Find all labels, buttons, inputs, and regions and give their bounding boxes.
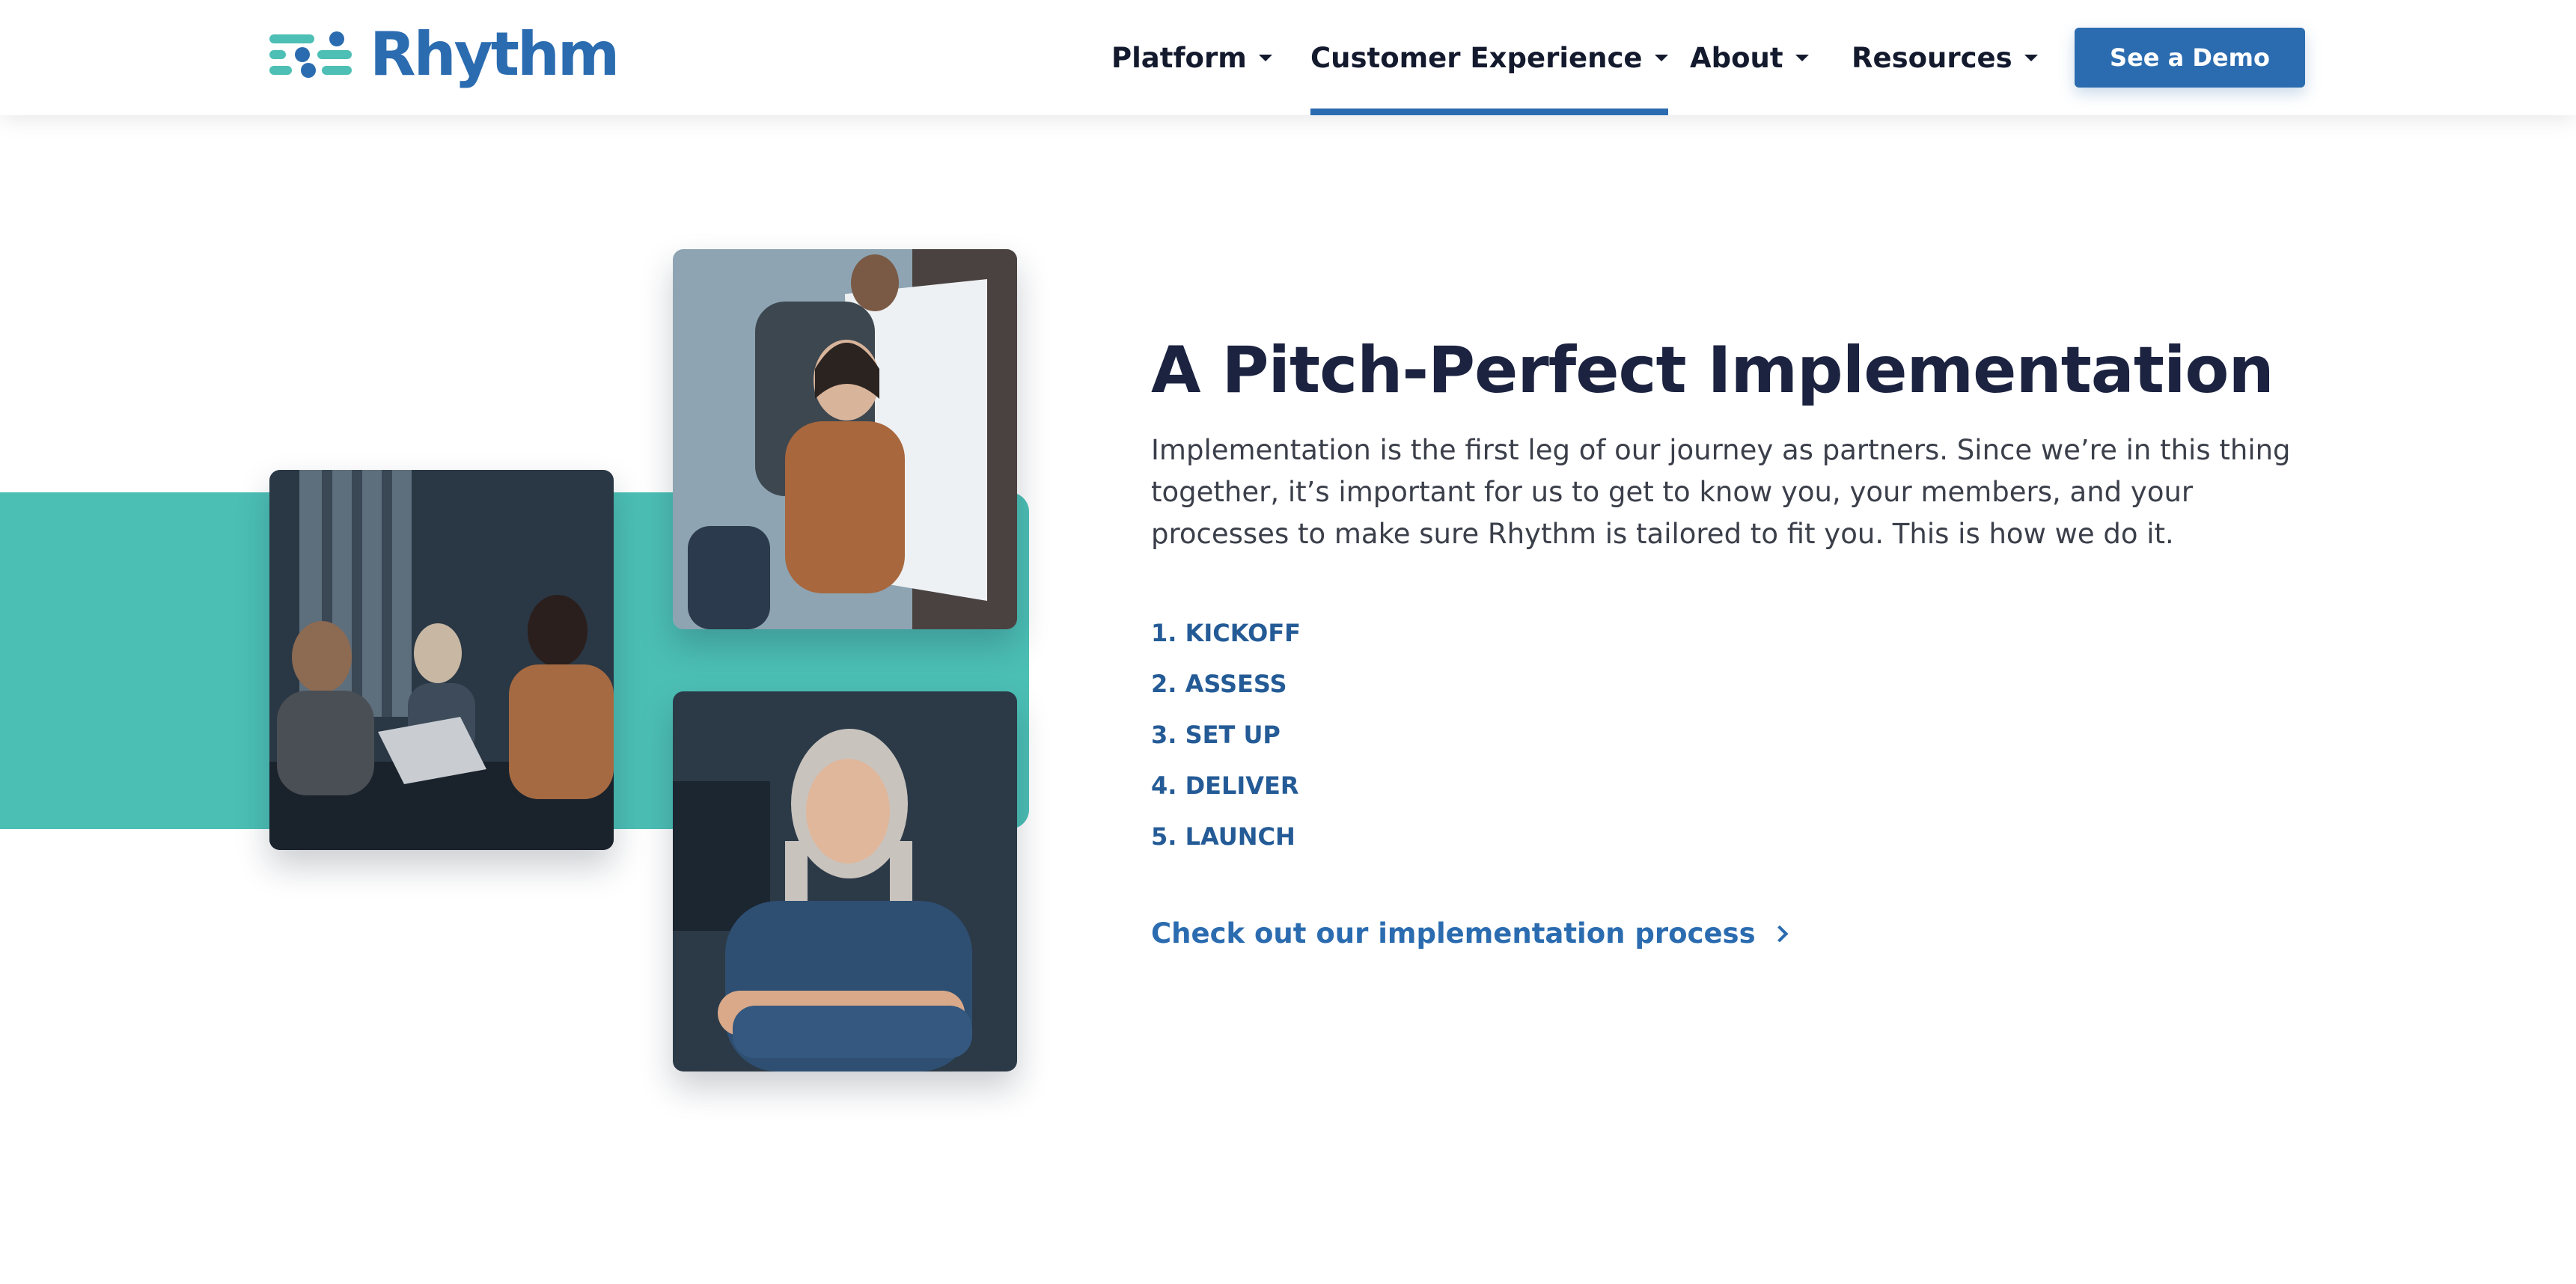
chevron-down-icon	[2024, 54, 2038, 61]
nav-item-label: About	[1690, 41, 1783, 74]
step-kickoff: 1. KICKOFF	[1151, 619, 1301, 647]
chevron-down-icon	[1258, 54, 1272, 61]
nav-item-label: Platform	[1111, 41, 1247, 74]
step-assess: 2. ASSESS	[1151, 670, 1287, 698]
implementation-process-link[interactable]: Check out our implementation process	[1151, 917, 1788, 950]
rhythm-logo[interactable]: Rhythm	[269, 19, 620, 89]
team-meeting-photo	[269, 470, 614, 850]
nav-item-resources[interactable]: Resources	[1852, 0, 2038, 115]
rhythm-logo-icon	[269, 30, 352, 79]
nav-item-platform[interactable]: Platform	[1111, 0, 1272, 115]
step-set-up: 3. SET UP	[1151, 721, 1281, 749]
step-launch: 5. LAUNCH	[1151, 822, 1295, 851]
whiteboard-presentation-photo	[673, 249, 1017, 629]
nav-item-about[interactable]: About	[1690, 0, 1809, 115]
nav-item-label: Customer Experience	[1310, 41, 1643, 74]
chevron-right-icon	[1771, 925, 1788, 942]
section-intro-text: Implementation is the first leg of our j…	[1151, 434, 2291, 550]
link-label: Check out our implementation process	[1151, 917, 1756, 950]
smiling-woman-portrait-photo	[673, 691, 1017, 1071]
site-header: Rhythm Platform Customer Experience Abou…	[0, 0, 2576, 115]
chevron-down-icon	[1795, 54, 1809, 61]
nav-item-label: Resources	[1852, 41, 2012, 74]
chevron-down-icon	[1654, 54, 1668, 61]
section-headline: A Pitch-Perfect Implementation	[1151, 333, 2274, 408]
logo-wordmark: Rhythm	[370, 19, 620, 89]
nav-item-customer-experience[interactable]: Customer Experience	[1310, 0, 1668, 115]
step-deliver: 4. DELIVER	[1151, 771, 1299, 800]
see-a-demo-button[interactable]: See a Demo	[2075, 28, 2305, 88]
implementation-steps-list: 1. KICKOFF 2. ASSESS 3. SET UP 4. DELIVE…	[1151, 612, 1301, 866]
